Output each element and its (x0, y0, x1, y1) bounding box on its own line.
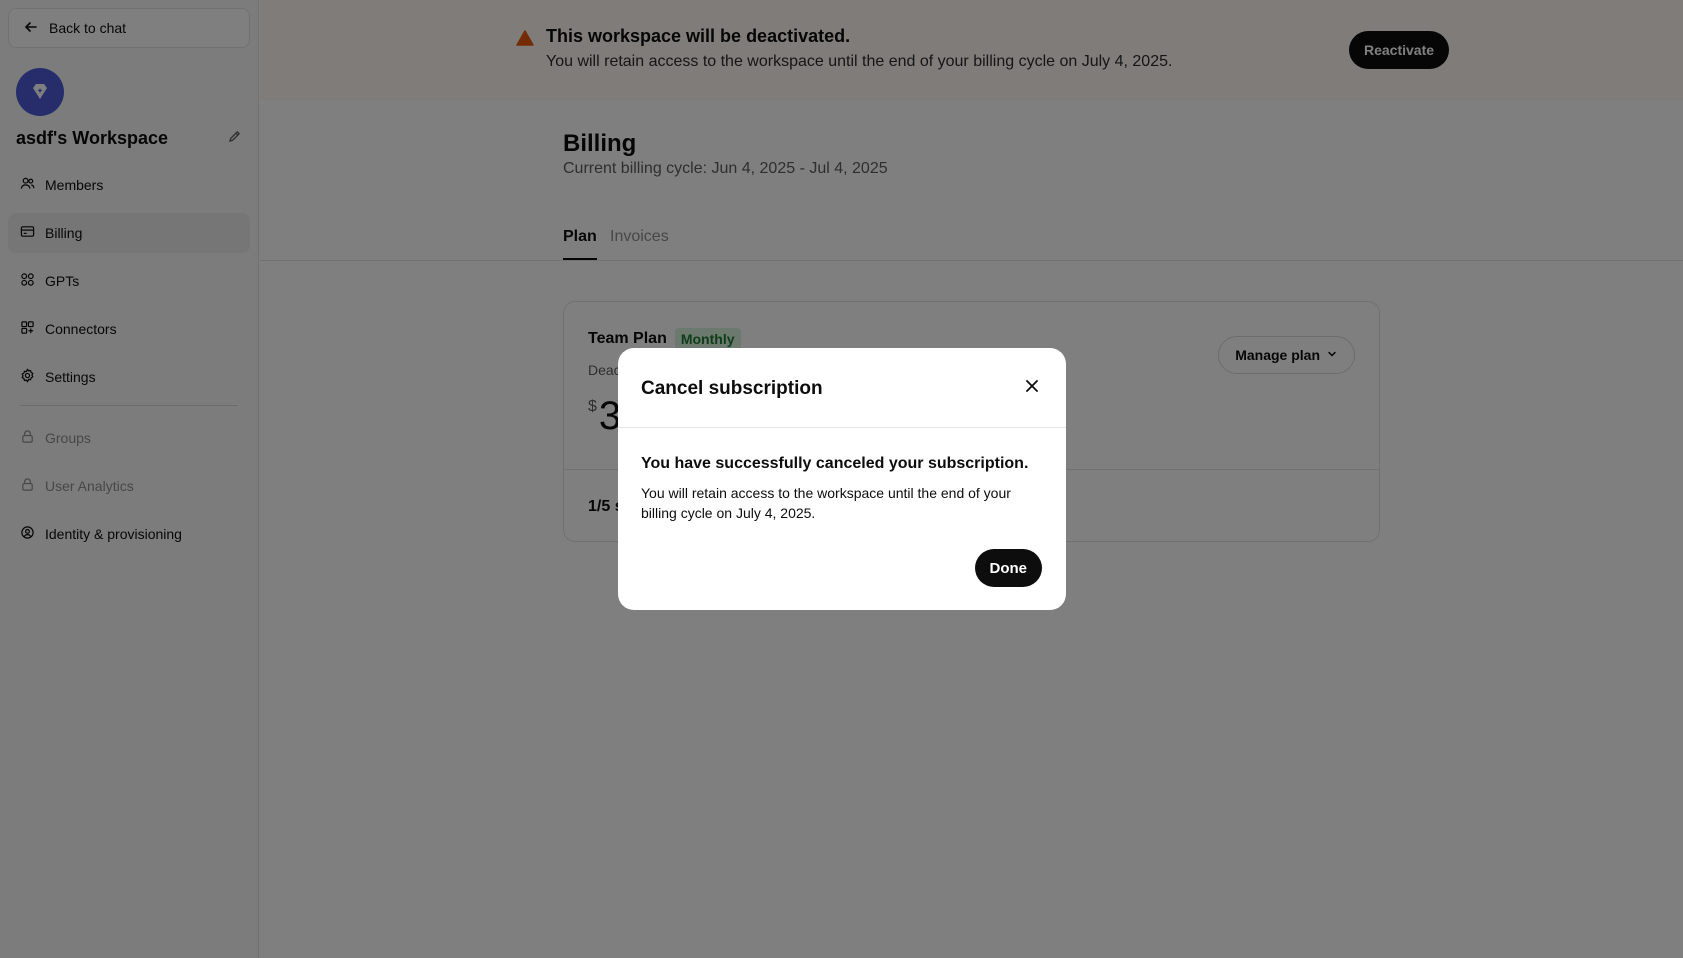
dialog-body: You have successfully canceled your subs… (618, 428, 1066, 523)
dialog-message: You have successfully canceled your subs… (641, 455, 1029, 472)
close-button[interactable] (1018, 374, 1046, 402)
cancel-subscription-dialog: Cancel subscription You have successfull… (618, 348, 1066, 610)
dialog-description: You will retain access to the workspace … (641, 485, 1011, 521)
dialog-title: Cancel subscription (641, 378, 823, 399)
close-icon (1025, 379, 1039, 398)
dialog-header: Cancel subscription (618, 348, 1066, 428)
done-button[interactable]: Done (974, 549, 1042, 587)
